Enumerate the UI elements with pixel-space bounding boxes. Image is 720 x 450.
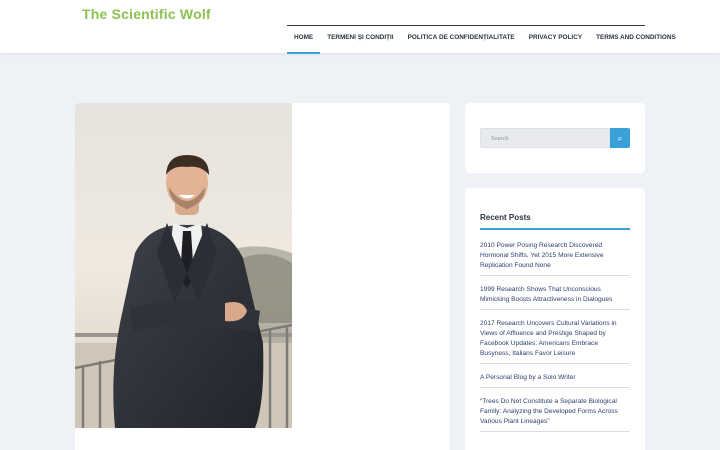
nav-item-privacy-policy[interactable]: PRIVACY POLICY bbox=[522, 26, 589, 54]
recent-posts-underline bbox=[480, 228, 630, 230]
recent-post-link[interactable]: A Personal Blog by a Solo Writer bbox=[480, 373, 630, 388]
recent-post-link[interactable]: 2010 Power Posing Research Discovered Ho… bbox=[480, 241, 630, 276]
search-input[interactable] bbox=[480, 128, 610, 148]
recent-posts-list: 2010 Power Posing Research Discovered Ho… bbox=[480, 241, 630, 441]
search-icon: ⌕ bbox=[617, 132, 623, 143]
businessman-photo bbox=[75, 103, 292, 428]
search-button[interactable]: ⌕ bbox=[610, 128, 630, 148]
site-title[interactable]: The Scientific Wolf bbox=[82, 6, 211, 22]
site-header: The Scientific Wolf HOME TERMENI ȘI COND… bbox=[0, 0, 720, 54]
featured-post-card bbox=[75, 103, 450, 450]
nav-item-termeni[interactable]: TERMENI ȘI CONDIȚII bbox=[320, 26, 400, 54]
nav-item-home[interactable]: HOME bbox=[287, 26, 321, 54]
nav-item-terms-conditions[interactable]: TERMS AND CONDITIONS bbox=[589, 26, 683, 54]
recent-post-link[interactable]: 1999 Research Shows That Unconscious Mim… bbox=[480, 285, 630, 310]
recent-posts-widget: Recent Posts 2010 Power Posing Research … bbox=[465, 188, 645, 450]
main-nav: HOME TERMENI ȘI CONDIȚII POLITICA DE CON… bbox=[287, 25, 676, 54]
nav-item-politica[interactable]: POLITICA DE CONFIDENȚIALITATE bbox=[401, 26, 522, 54]
search-widget: ⌕ bbox=[465, 103, 645, 173]
featured-post-image[interactable] bbox=[75, 103, 292, 428]
recent-post-link[interactable]: 2017 Research Uncovers Cultural Variatio… bbox=[480, 319, 630, 364]
recent-post-link[interactable]: “Trees Do Not Constitute a Separate Biol… bbox=[480, 397, 630, 432]
recent-posts-title: Recent Posts bbox=[480, 213, 531, 222]
